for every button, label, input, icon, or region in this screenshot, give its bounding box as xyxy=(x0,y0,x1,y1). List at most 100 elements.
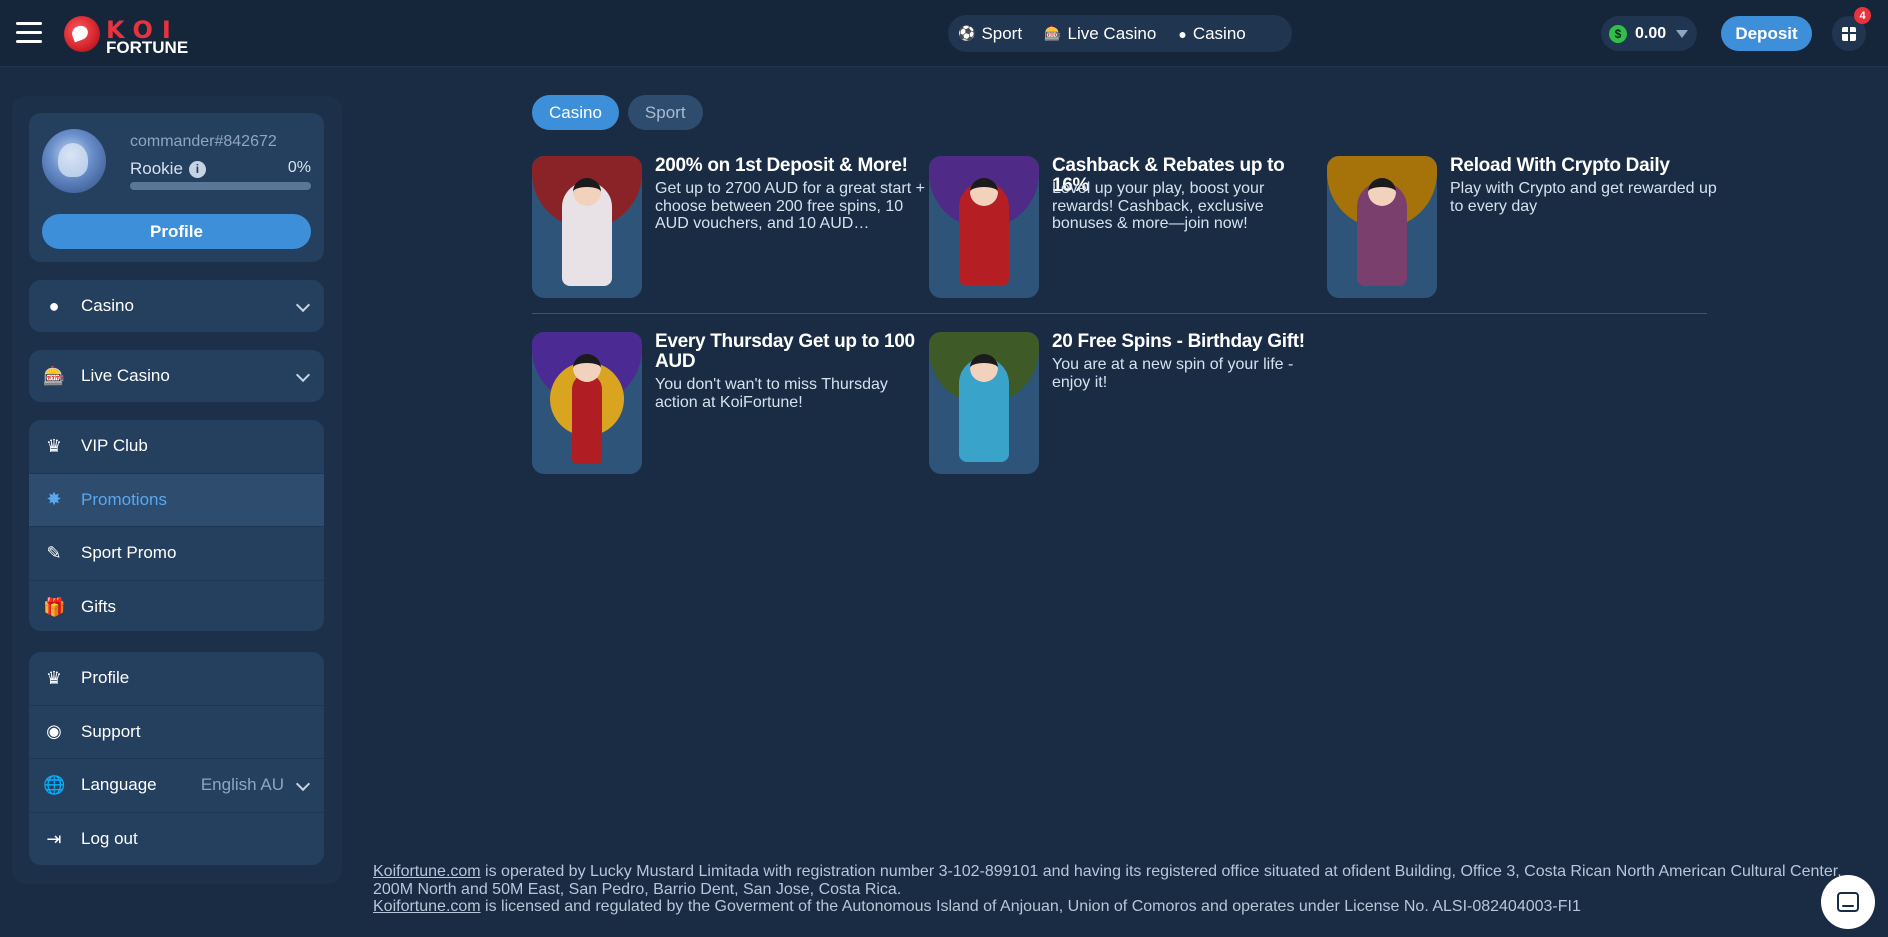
sidebar-item-promotions[interactable]: ✸ Promotions xyxy=(29,473,324,527)
promo-card[interactable]: Cashback & Rebates up to 16% Level up yo… xyxy=(929,156,1319,298)
sidebar-account-menu: ♛ Profile ◉ Support 🌐 Language English A… xyxy=(29,652,324,865)
nav-live-casino[interactable]: 🎰 Live Casino xyxy=(1044,24,1156,44)
promo-image xyxy=(929,156,1039,298)
crown-icon: ♛ xyxy=(45,435,63,456)
nav-sport[interactable]: ⚽ Sport xyxy=(958,24,1022,44)
sidebar-item-logout[interactable]: ⇥ Log out xyxy=(29,813,324,866)
info-icon[interactable]: i xyxy=(188,160,206,178)
chevron-down-icon xyxy=(295,367,311,383)
nav-sport-label: Sport xyxy=(981,23,1023,43)
promo-image xyxy=(929,332,1039,474)
promo-image xyxy=(532,332,642,474)
avatar[interactable] xyxy=(42,129,106,193)
sidebar-item-label: Support xyxy=(81,721,141,741)
language-value: English AU xyxy=(200,775,284,795)
tab-sport[interactable]: Sport xyxy=(627,95,703,130)
sidebar-item-support[interactable]: ◉ Support xyxy=(29,706,324,759)
sidebar-item-label: Sport Promo xyxy=(81,543,177,563)
footer-operator-text: is operated by Lucky Mustard Limitada wi… xyxy=(373,863,1842,898)
slot-machine-icon: 🎰 xyxy=(1044,25,1062,41)
promo-description: Play with Crypto and get rewarded up to … xyxy=(1450,180,1717,215)
profile-button[interactable]: Profile xyxy=(42,214,311,249)
rank-label: Rookie xyxy=(130,159,183,178)
promo-divider xyxy=(532,313,1707,314)
sidebar-item-label: Log out xyxy=(81,829,138,849)
profile-card: commander#842672 Rookie i 0% Profile xyxy=(29,113,324,262)
nav-casino-label: Casino xyxy=(1192,23,1246,43)
nav-casino[interactable]: ● Casino xyxy=(1178,24,1245,44)
promo-title: Every Thursday Get up to 100 AUD xyxy=(655,331,915,372)
footer-site-link[interactable]: Koifortune.com xyxy=(373,898,481,915)
sidebar-menu: ♛ VIP Club ✸ Promotions ✎ Sport Promo 🎁 … xyxy=(29,420,324,631)
chat-button[interactable] xyxy=(1821,875,1875,929)
promo-figure-head xyxy=(970,178,998,206)
sidebar-item-label: Gifts xyxy=(81,597,116,617)
logo-fortune-text: FORTUNE xyxy=(106,38,189,57)
promo-description: Get up to 2700 AUD for a great start + c… xyxy=(655,180,925,232)
sidebar-casino-dropdown[interactable]: ● Casino xyxy=(29,280,324,332)
promo-card[interactable]: 20 Free Spins - Birthday Gift! You are a… xyxy=(929,332,1319,474)
promo-tabs: Casino Sport xyxy=(532,95,712,130)
tab-casino[interactable]: Casino xyxy=(532,95,619,130)
chip-icon: ● xyxy=(48,295,60,316)
slot-machine-icon: 🎰 xyxy=(43,365,66,386)
footer-license-text: is licensed and regulated by the Goverme… xyxy=(480,898,1581,916)
promo-figure xyxy=(572,374,602,464)
sidebar-live-casino-label: Live Casino xyxy=(81,366,170,385)
sidebar-live-casino-dropdown[interactable]: 🎰 Live Casino xyxy=(29,350,324,402)
sidebar-item-label: Profile xyxy=(81,668,130,688)
globe-icon: 🌐 xyxy=(43,774,66,795)
promo-figure-head xyxy=(1368,178,1396,206)
footer-legal: Koifortune.com is operated by Lucky Must… xyxy=(373,863,1843,916)
promo-card[interactable]: 200% on 1st Deposit & More! Get up to 27… xyxy=(532,155,925,298)
balance-dropdown[interactable]: $ 0.00 xyxy=(1601,16,1697,51)
sidebar-item-label: Promotions xyxy=(81,489,167,509)
promo-title: 20 Free Spins - Birthday Gift! xyxy=(1052,331,1305,352)
sidebar-item-language[interactable]: 🌐 Language English AU xyxy=(29,759,324,813)
promo-description: You are at a new spin of your life - enj… xyxy=(1052,356,1294,391)
progress-bar xyxy=(130,182,311,190)
deposit-button[interactable]: Deposit xyxy=(1721,16,1812,51)
notification-badge: 4 xyxy=(1854,7,1871,24)
promo-card[interactable]: Reload With Crypto Daily Play with Crypt… xyxy=(1327,156,1717,298)
dollar-icon: $ xyxy=(1609,24,1627,43)
sidebar-item-vip-club[interactable]: ♛ VIP Club xyxy=(29,420,324,474)
sidebar-item-gifts[interactable]: 🎁 Gifts xyxy=(29,581,324,632)
sidebar-item-profile[interactable]: ♛ Profile xyxy=(29,652,324,706)
footer-site-link[interactable]: Koifortune.com xyxy=(373,863,481,880)
promo-image xyxy=(532,156,642,298)
chevron-down-icon xyxy=(295,776,311,792)
sidebar-item-label: Language xyxy=(81,775,157,795)
sidebar: commander#842672 Rookie i 0% Profile ● C… xyxy=(12,96,342,884)
crown-icon: ♛ xyxy=(45,667,63,688)
rank: Rookie i xyxy=(130,159,206,179)
support-icon: ◉ xyxy=(46,721,62,742)
promo-description: You don't wan't to miss Thursday action … xyxy=(655,376,888,411)
gift-icon xyxy=(1842,26,1856,41)
nav-live-casino-label: Live Casino xyxy=(1067,23,1157,43)
logo[interactable]: KOI FORTUNE xyxy=(64,14,194,57)
promo-title: 200% on 1st Deposit & More! xyxy=(655,155,908,176)
star-burst-icon: ✸ xyxy=(46,489,62,510)
ticket-icon: ✎ xyxy=(46,542,62,563)
promo-card[interactable]: Every Thursday Get up to 100 AUD You don… xyxy=(532,332,922,474)
chip-icon: ● xyxy=(1178,25,1187,42)
username: commander#842672 xyxy=(130,133,277,150)
promo-figure-head xyxy=(573,354,601,382)
balance-value: 0.00 xyxy=(1635,24,1667,42)
promo-figure-head xyxy=(970,354,998,382)
promo-title: Reload With Crypto Daily xyxy=(1450,155,1670,176)
chevron-down-icon xyxy=(295,297,311,313)
sidebar-item-sport-promo[interactable]: ✎ Sport Promo xyxy=(29,527,324,581)
promo-image xyxy=(1327,156,1437,298)
promo-description: Level up your play, boost your rewards! … xyxy=(1052,180,1265,232)
gift-icon: 🎁 xyxy=(43,596,66,617)
chat-icon xyxy=(1837,892,1859,912)
sidebar-item-label: VIP Club xyxy=(81,436,148,456)
sidebar-casino-label: Casino xyxy=(81,296,134,315)
hamburger-icon[interactable] xyxy=(16,22,42,44)
top-nav: ⚽ Sport 🎰 Live Casino ● Casino xyxy=(948,15,1292,52)
soccer-ball-icon: ⚽ xyxy=(958,25,976,41)
progress-percent: 0% xyxy=(287,159,311,176)
promo-figure-head xyxy=(573,178,601,206)
